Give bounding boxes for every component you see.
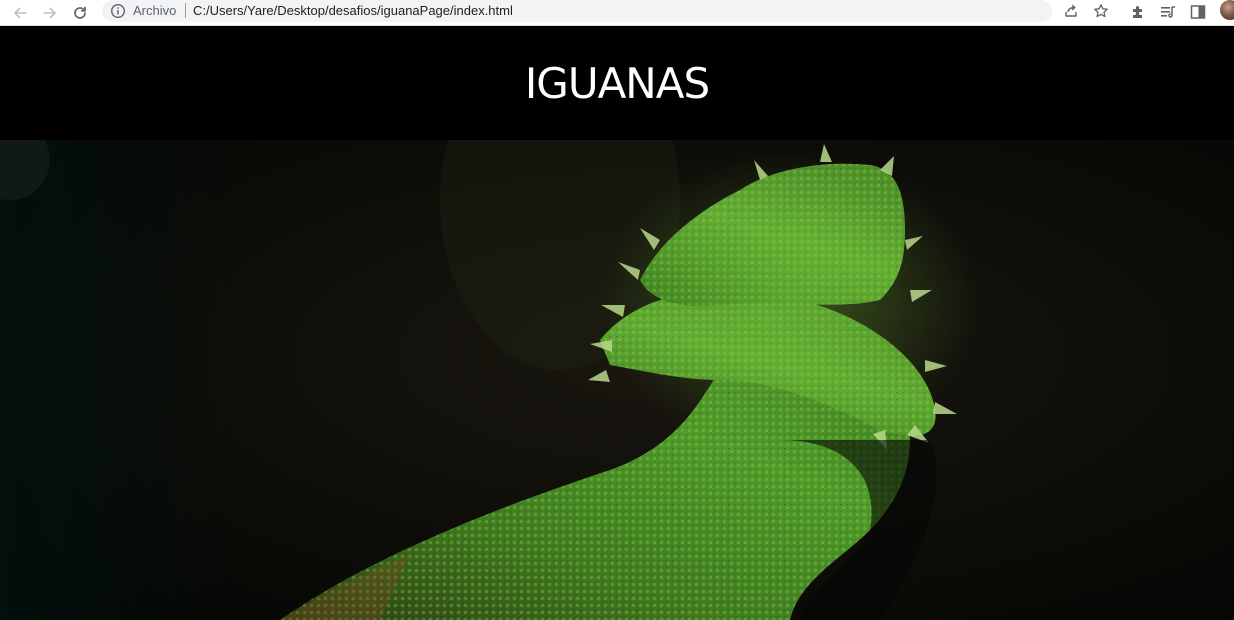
address-bar[interactable]: Archivo C:/Users/Yare/Desktop/desafios/i…: [102, 0, 1108, 22]
url-scheme-label: Archivo: [133, 3, 177, 18]
forward-button[interactable]: [39, 2, 61, 24]
reload-button[interactable]: [69, 2, 91, 24]
info-icon[interactable]: [110, 3, 126, 19]
share-icon[interactable]: [1063, 3, 1079, 19]
star-icon[interactable]: [1093, 3, 1109, 19]
hero-image: [0, 140, 1234, 620]
page-header: IGUANAS: [0, 26, 1234, 140]
puzzle-icon[interactable]: [1129, 3, 1147, 21]
browser-toolbar: Archivo C:/Users/Yare/Desktop/desafios/i…: [0, 0, 1234, 26]
arrow-right-icon: [43, 7, 56, 19]
page-title: IGUANAS: [524, 58, 710, 108]
reading-list-icon[interactable]: [1159, 3, 1177, 21]
avatar[interactable]: [1220, 0, 1234, 20]
back-button[interactable]: [9, 2, 31, 24]
side-panel-icon[interactable]: [1189, 3, 1207, 21]
address-separator: [185, 3, 186, 18]
arrow-left-icon: [14, 7, 27, 19]
iguana-image: [0, 140, 1234, 620]
reload-icon: [74, 6, 86, 19]
url-text[interactable]: C:/Users/Yare/Desktop/desafios/iguanaPag…: [193, 3, 513, 19]
